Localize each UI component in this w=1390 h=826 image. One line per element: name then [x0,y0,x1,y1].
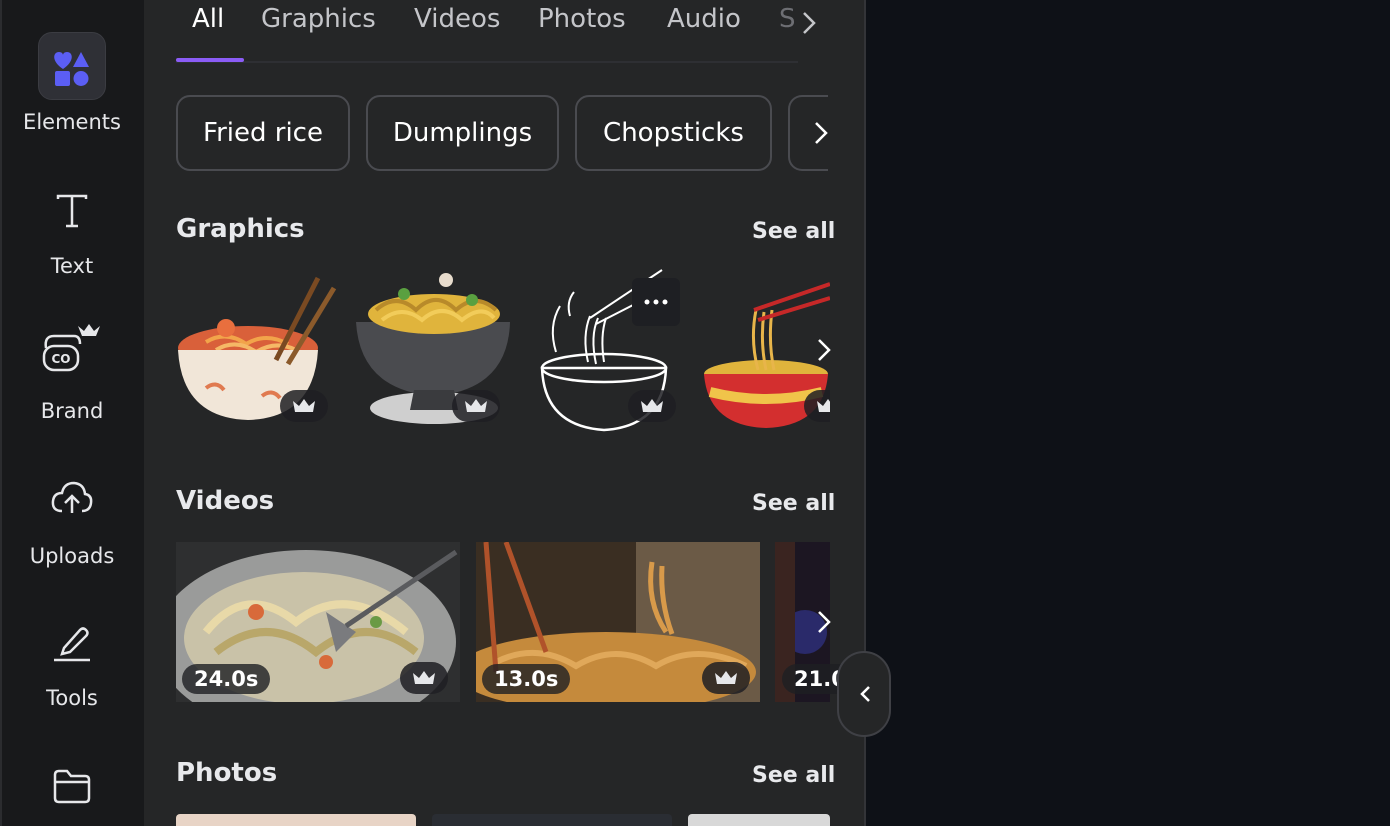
photo-thumbnail[interactable] [432,814,672,826]
video-duration-badge: 24.0s [182,664,271,694]
tab-all[interactable]: All [192,4,224,34]
videos-see-all-link[interactable]: See all [752,491,835,516]
tab-shapes-partial[interactable]: S [779,4,796,34]
sidebar-item-text[interactable]: Text [0,185,144,285]
videos-next-chevron-icon[interactable] [812,608,836,636]
chip-fried-rice[interactable]: Fried rice [176,95,350,171]
photo-thumbnail[interactable] [688,814,830,826]
graphic-premium-crown-icon [804,390,830,422]
video-premium-crown-icon [702,662,750,694]
photos-see-all-link[interactable]: See all [752,763,835,788]
photos-section-title: Photos [176,758,278,788]
brand-icon: CO [40,320,104,380]
graphic-premium-crown-icon [452,390,500,422]
tab-audio[interactable]: Audio [667,4,741,34]
graphic-premium-crown-icon [628,390,676,422]
elements-icon [38,32,106,100]
tab-videos[interactable]: Videos [414,4,500,34]
graphic-premium-crown-icon [280,390,328,422]
sidebar-item-brand[interactable]: CO Brand [0,318,144,428]
tab-track [176,61,798,63]
chevron-left-icon [860,686,870,702]
more-options-button[interactable] [632,278,680,326]
graphics-section-title: Graphics [176,214,305,244]
tab-photos[interactable]: Photos [538,4,626,34]
sidebar-label-brand: Brand [40,399,104,423]
graphic-noodle-line-art[interactable] [530,266,690,432]
graphic-noodles-dark-bowl[interactable] [354,270,514,430]
video-premium-crown-icon [400,662,448,694]
videos-section-title: Videos [176,486,275,516]
tabs-next-chevron-icon[interactable] [798,10,820,36]
tools-icon [50,622,94,662]
sidebar-label-text: Text [50,254,94,278]
chips-next-chevron-icon[interactable] [810,120,832,146]
tab-graphics[interactable]: Graphics [261,4,376,34]
sidebar-label-tools: Tools [46,686,98,710]
active-tab-indicator [176,58,244,62]
sidebar-item-uploads[interactable]: Uploads [0,475,144,575]
graphics-next-chevron-icon[interactable] [812,336,836,364]
graphics-see-all-link[interactable]: See all [752,219,835,244]
projects-folder-icon [52,767,92,805]
chip-chopsticks[interactable]: Chopsticks [575,95,772,171]
sidebar-label-elements: Elements [23,110,121,134]
photo-thumbnail[interactable] [176,814,416,826]
sidebar-label-uploads: Uploads [29,544,115,568]
chip-dumplings[interactable]: Dumplings [366,95,559,171]
svg-text:CO: CO [51,352,70,366]
sidebar-item-elements[interactable]: Elements [0,30,144,140]
collapse-panel-button[interactable] [837,651,891,737]
video-duration-badge: 13.0s [482,664,571,694]
sidebar-item-tools[interactable]: Tools [0,620,144,720]
uploads-icon [50,477,94,517]
graphic-noodle-bowl-chopsticks[interactable] [176,270,338,430]
sidebar-item-projects[interactable] [0,765,144,825]
text-icon [52,191,92,231]
